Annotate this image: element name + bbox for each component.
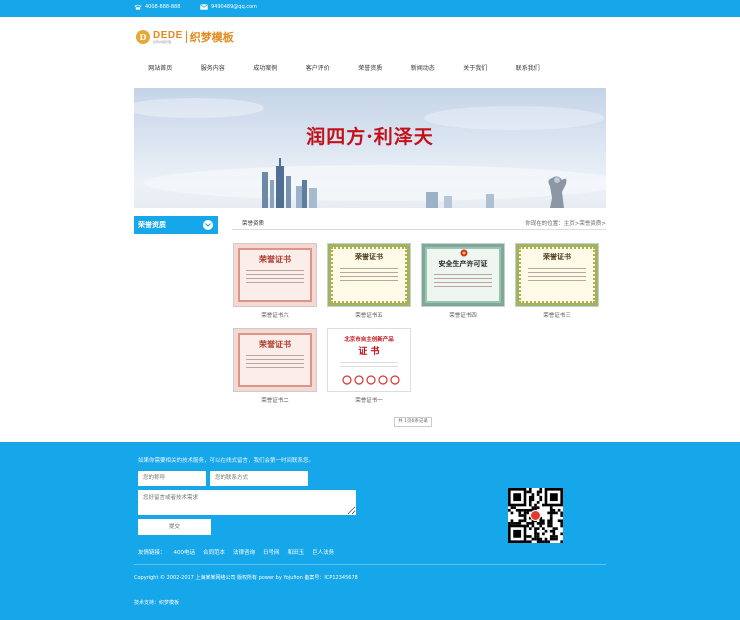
certificate-heading: 荣誉证书 <box>543 252 571 261</box>
phone-info: 4008-888-888 <box>134 4 180 10</box>
submit-button[interactable]: 提交 <box>138 519 211 535</box>
certificate-heading: 荣誉证书 <box>259 254 291 264</box>
nav-item-home[interactable]: 网站首页 <box>134 60 187 78</box>
copyright-text: Copyright © 2002-2017 上海某某网络公司 版权所有 powe… <box>134 575 358 581</box>
top-bar: 4008-888-888 9490489@qq.com <box>0 0 740 17</box>
footer-divider <box>134 564 606 565</box>
friend-link[interactable]: 合同范本 <box>203 548 225 556</box>
certificate-caption[interactable]: 荣誉证书五 <box>327 311 411 319</box>
pagination-info: 共 1页6条记录 <box>394 417 432 427</box>
logo-divider <box>185 31 187 43</box>
friend-links: 友情链接： 400电话 合同范本 法律咨询 日号网 和田玉 巨人法务 <box>138 548 334 556</box>
section-title: 荣誉资质 <box>242 221 265 227</box>
certificate-caption[interactable]: 荣誉证书六 <box>233 311 317 319</box>
certificate-heading: 北京市自主创新产品 <box>344 337 394 343</box>
email-address: 9490489@qq.com <box>211 4 257 10</box>
contact-input[interactable] <box>210 471 308 486</box>
certificate-caption[interactable]: 荣誉证书四 <box>421 311 505 319</box>
footer-intro: 如果你需要相关的技术服务，可以在线式留言，我们会第一时间联系您。 <box>138 458 315 464</box>
banner-title: 润四方·利泽天 <box>306 126 434 148</box>
certificate-card[interactable]: 荣誉证书 荣誉证书六 <box>233 243 317 319</box>
logo-name: 织梦模板 <box>189 31 234 44</box>
footer: 如果你需要相关的技术服务，可以在线式留言，我们会第一时间联系您。 提交 友情链接… <box>0 442 740 620</box>
nav-item-honors[interactable]: 荣誉资质 <box>344 60 397 78</box>
mail-icon <box>200 4 208 10</box>
certificate-image[interactable]: 北京市自主创新产品 证 书 <box>327 328 411 392</box>
certificate-caption[interactable]: 荣誉证书一 <box>327 396 411 404</box>
nav-item-contact[interactable]: 联系我们 <box>502 60 555 78</box>
nav-item-news[interactable]: 新闻动态 <box>397 60 450 78</box>
certificate-image[interactable]: 荣誉证书 <box>233 243 317 307</box>
emblem-icon <box>460 249 468 257</box>
nav-item-about[interactable]: 关于我们 <box>449 60 502 78</box>
content-header: 荣誉资质 你现在的位置：主页>荣誉资质> <box>232 216 606 230</box>
message-textarea[interactable] <box>138 490 356 515</box>
logo-brand-sub: 织梦内容管理 <box>153 39 172 44</box>
main-nav: 网站首页 服务内容 成功案例 客户评价 荣誉资质 新闻动态 关于我们 联系我们 <box>134 60 606 78</box>
hero-banner: 润四方·利泽天 <box>134 88 606 208</box>
phone-number: 4008-888-888 <box>145 4 181 10</box>
certificate-heading-2: 证 书 <box>358 347 380 357</box>
nav-item-cases[interactable]: 成功案例 <box>239 60 292 78</box>
email-info: 9490489@qq.com <box>200 4 257 10</box>
chevron-down-icon[interactable] <box>203 220 213 230</box>
friend-link[interactable]: 日号网 <box>263 548 280 556</box>
certificate-image[interactable]: 荣誉证书 <box>327 243 411 307</box>
sidebar-title[interactable]: 荣誉资质 <box>134 216 218 234</box>
certificate-heading: 荣誉证书 <box>355 252 383 261</box>
site-logo[interactable]: D DEDE 织梦内容管理 织梦模板 <box>136 28 234 46</box>
friend-links-label: 友情链接： <box>138 550 166 556</box>
certificate-heading: 荣誉证书 <box>259 339 291 349</box>
nav-item-reviews[interactable]: 客户评价 <box>292 60 345 78</box>
certificate-image[interactable]: 安全生产许可证 <box>421 243 505 307</box>
seal-stamps-icon <box>342 375 400 385</box>
qr-code-icon <box>508 488 564 544</box>
friend-link[interactable]: 400电话 <box>174 548 196 556</box>
phone-icon <box>134 4 142 10</box>
logo-brand: DEDE 织梦内容管理 <box>153 29 183 44</box>
certificate-card[interactable]: 荣誉证书 荣誉证书三 <box>515 243 599 319</box>
nav-item-services[interactable]: 服务内容 <box>187 60 240 78</box>
friend-link[interactable]: 和田玉 <box>288 548 305 556</box>
tech-support-link[interactable]: 技术支持：织梦模板 <box>134 599 179 606</box>
sidebar-title-text: 荣誉资质 <box>138 221 166 229</box>
certificate-heading: 安全生产许可证 <box>438 259 488 268</box>
certificate-image[interactable]: 荣誉证书 <box>233 328 317 392</box>
certificate-caption[interactable]: 荣誉证书二 <box>233 396 317 404</box>
certificate-card[interactable]: 北京市自主创新产品 证 书 荣誉证书一 <box>327 328 411 404</box>
certificate-caption[interactable]: 荣誉证书三 <box>515 311 599 319</box>
certificate-image[interactable]: 荣誉证书 <box>515 243 599 307</box>
friend-link[interactable]: 巨人法务 <box>312 548 334 556</box>
certificate-card[interactable]: 荣誉证书 荣誉证书五 <box>327 243 411 319</box>
certificate-card[interactable]: 荣誉证书 荣誉证书二 <box>233 328 317 404</box>
friend-link[interactable]: 法律咨询 <box>233 548 255 556</box>
name-input[interactable] <box>138 471 206 486</box>
breadcrumb[interactable]: 你现在的位置：主页>荣誉资质> <box>525 219 606 227</box>
certificate-card[interactable]: 安全生产许可证 荣誉证书四 <box>421 243 505 319</box>
logo-badge-icon: D <box>136 30 150 44</box>
logo-brand-text: DEDE <box>153 29 183 41</box>
